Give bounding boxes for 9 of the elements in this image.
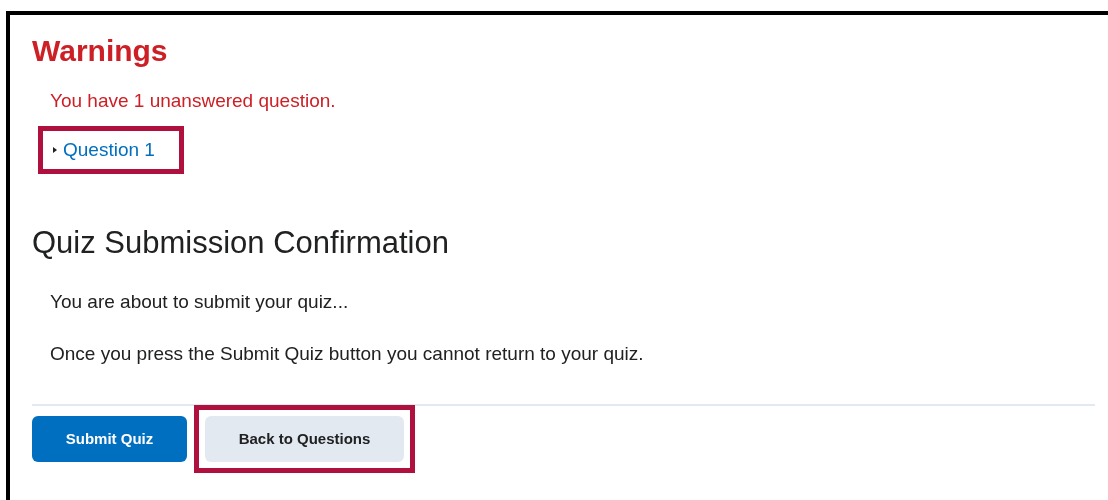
- confirmation-text: Once you press the Submit Quiz button you cannot return to your quiz.: [50, 342, 645, 366]
- back-button[interactable]: Back to Questions: [205, 416, 404, 462]
- confirmation-heading: Quiz Submission Confirmation: [32, 224, 450, 262]
- submit-button[interactable]: Submit Quiz: [32, 416, 187, 462]
- caret-icon: [53, 147, 57, 153]
- question-link[interactable]: Question 1: [53, 135, 155, 165]
- confirmation-text: You are about to submit your quiz...: [50, 290, 350, 314]
- warning-message: You have 1 unanswered question.: [50, 89, 337, 113]
- warnings-heading: Warnings: [32, 33, 169, 69]
